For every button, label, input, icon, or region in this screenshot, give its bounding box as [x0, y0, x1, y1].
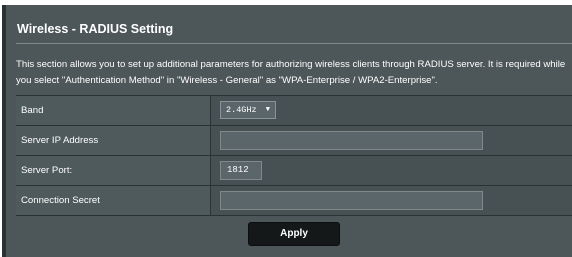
title-divider	[16, 43, 572, 44]
server-ip-value-cell	[210, 126, 572, 155]
panel-left-edge	[2, 5, 6, 257]
apply-button[interactable]: Apply	[248, 222, 340, 246]
server-port-value-cell: 1812	[210, 156, 572, 185]
connection-secret-value-cell	[210, 186, 572, 215]
band-selected-value: 2.4GHz	[226, 105, 257, 115]
band-label: Band	[16, 96, 210, 125]
server-ip-label: Server IP Address	[16, 126, 210, 155]
page-title: Wireless - RADIUS Setting	[17, 22, 174, 36]
server-port-row: Server Port: 1812	[16, 156, 572, 186]
server-port-input[interactable]: 1812	[220, 161, 262, 180]
section-description: This section allows you to set up additi…	[16, 57, 572, 89]
radius-settings-table: Band 2.4GHz ▼ Server IP Address Server P…	[16, 95, 572, 216]
connection-secret-input[interactable]	[220, 191, 483, 210]
band-row: Band 2.4GHz ▼	[16, 96, 572, 126]
band-value-cell: 2.4GHz ▼	[210, 96, 572, 125]
connection-secret-row: Connection Secret	[16, 186, 572, 216]
server-ip-input[interactable]	[220, 131, 483, 150]
chevron-down-icon: ▼	[265, 106, 270, 114]
server-ip-row: Server IP Address	[16, 126, 572, 156]
connection-secret-label: Connection Secret	[16, 186, 210, 215]
page-frame: Wireless - RADIUS Setting This section a…	[0, 0, 572, 257]
server-port-label: Server Port:	[16, 156, 210, 185]
description-line-1: This section allows you to set up additi…	[16, 59, 566, 70]
description-line-2: you select "Authentication Method" in "W…	[16, 75, 438, 86]
radius-settings-panel: Wireless - RADIUS Setting This section a…	[2, 5, 572, 257]
band-select[interactable]: 2.4GHz ▼	[220, 101, 276, 119]
